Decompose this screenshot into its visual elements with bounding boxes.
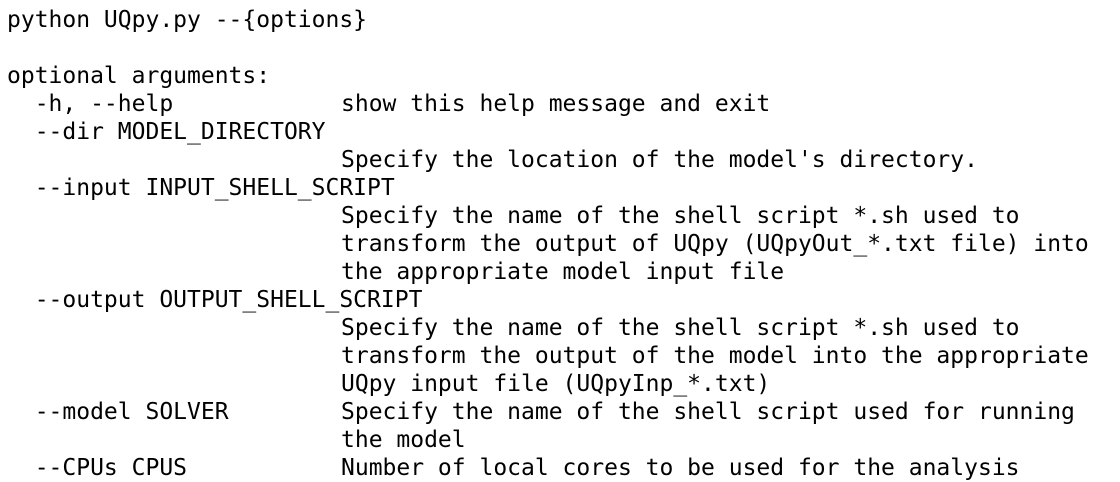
section-title: optional arguments: — [7, 63, 271, 89]
option-flag-dir: --dir MODEL_DIRECTORY — [7, 119, 326, 145]
terminal-output: python UQpy.py --{options} optional argu… — [0, 0, 1120, 481]
option-flag-input: --input INPUT_SHELL_SCRIPT — [7, 175, 395, 201]
option-flag-cpus: --CPUs CPUS — [7, 455, 188, 481]
option-desc-input-line-3: the appropriate model input file — [341, 259, 785, 285]
option-desc-output-line-3: UQpy input file (UQpyInp_*.txt) — [341, 371, 771, 397]
option-desc-model-line-2: the model — [341, 427, 466, 453]
option-desc-cpus-line-1: Number of local cores to be used for the… — [341, 455, 1020, 481]
option-desc-input-line-2: transform the output of UQpy (UQpyOut_*.… — [341, 231, 1089, 257]
option-flag-model: --model SOLVER — [7, 399, 229, 425]
option-desc-output-line-1: Specify the name of the shell script *.s… — [341, 315, 1020, 341]
option-desc-dir-line-1: Specify the location of the model's dire… — [341, 147, 978, 173]
option-desc-help-line-1: show this help message and exit — [341, 91, 771, 117]
option-flag-output: --output OUTPUT_SHELL_SCRIPT — [7, 287, 423, 313]
option-desc-input-line-1: Specify the name of the shell script *.s… — [341, 203, 1020, 229]
usage-line: python UQpy.py --{options} — [7, 7, 368, 33]
option-desc-output-line-2: transform the output of the model into t… — [341, 343, 1089, 369]
option-desc-model-line-1: Specify the name of the shell script use… — [341, 399, 1075, 425]
option-flag-help: -h, --help — [7, 91, 174, 117]
